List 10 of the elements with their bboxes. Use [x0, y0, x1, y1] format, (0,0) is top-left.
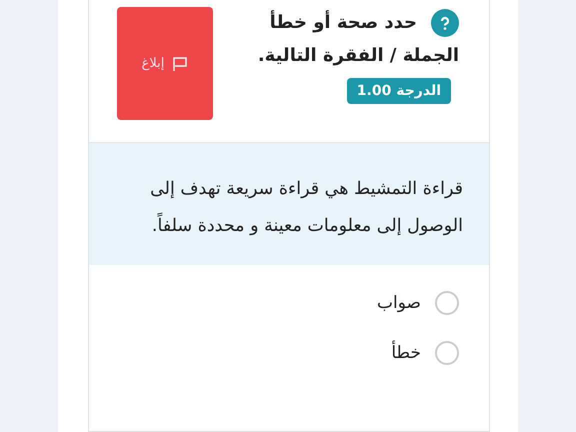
radio-button[interactable]: [435, 341, 459, 365]
radio-button[interactable]: [435, 291, 459, 315]
question-title: حدد صحة أو خطأ: [270, 9, 417, 35]
flag-icon: [172, 56, 188, 72]
passage-text: قراءة التمشيط هي قراءة سريعة تهدف إلى الوصول إلى معلومات معينة و محددة سلفاً.: [150, 179, 463, 236]
help-icon: [431, 8, 459, 36]
option-label[interactable]: خطأ: [391, 343, 421, 363]
question-title: الجملة / الفقرة التالية.: [258, 44, 459, 68]
grade-badge: الدرجة 1.00: [346, 78, 451, 104]
option-label[interactable]: صواب: [377, 293, 421, 313]
